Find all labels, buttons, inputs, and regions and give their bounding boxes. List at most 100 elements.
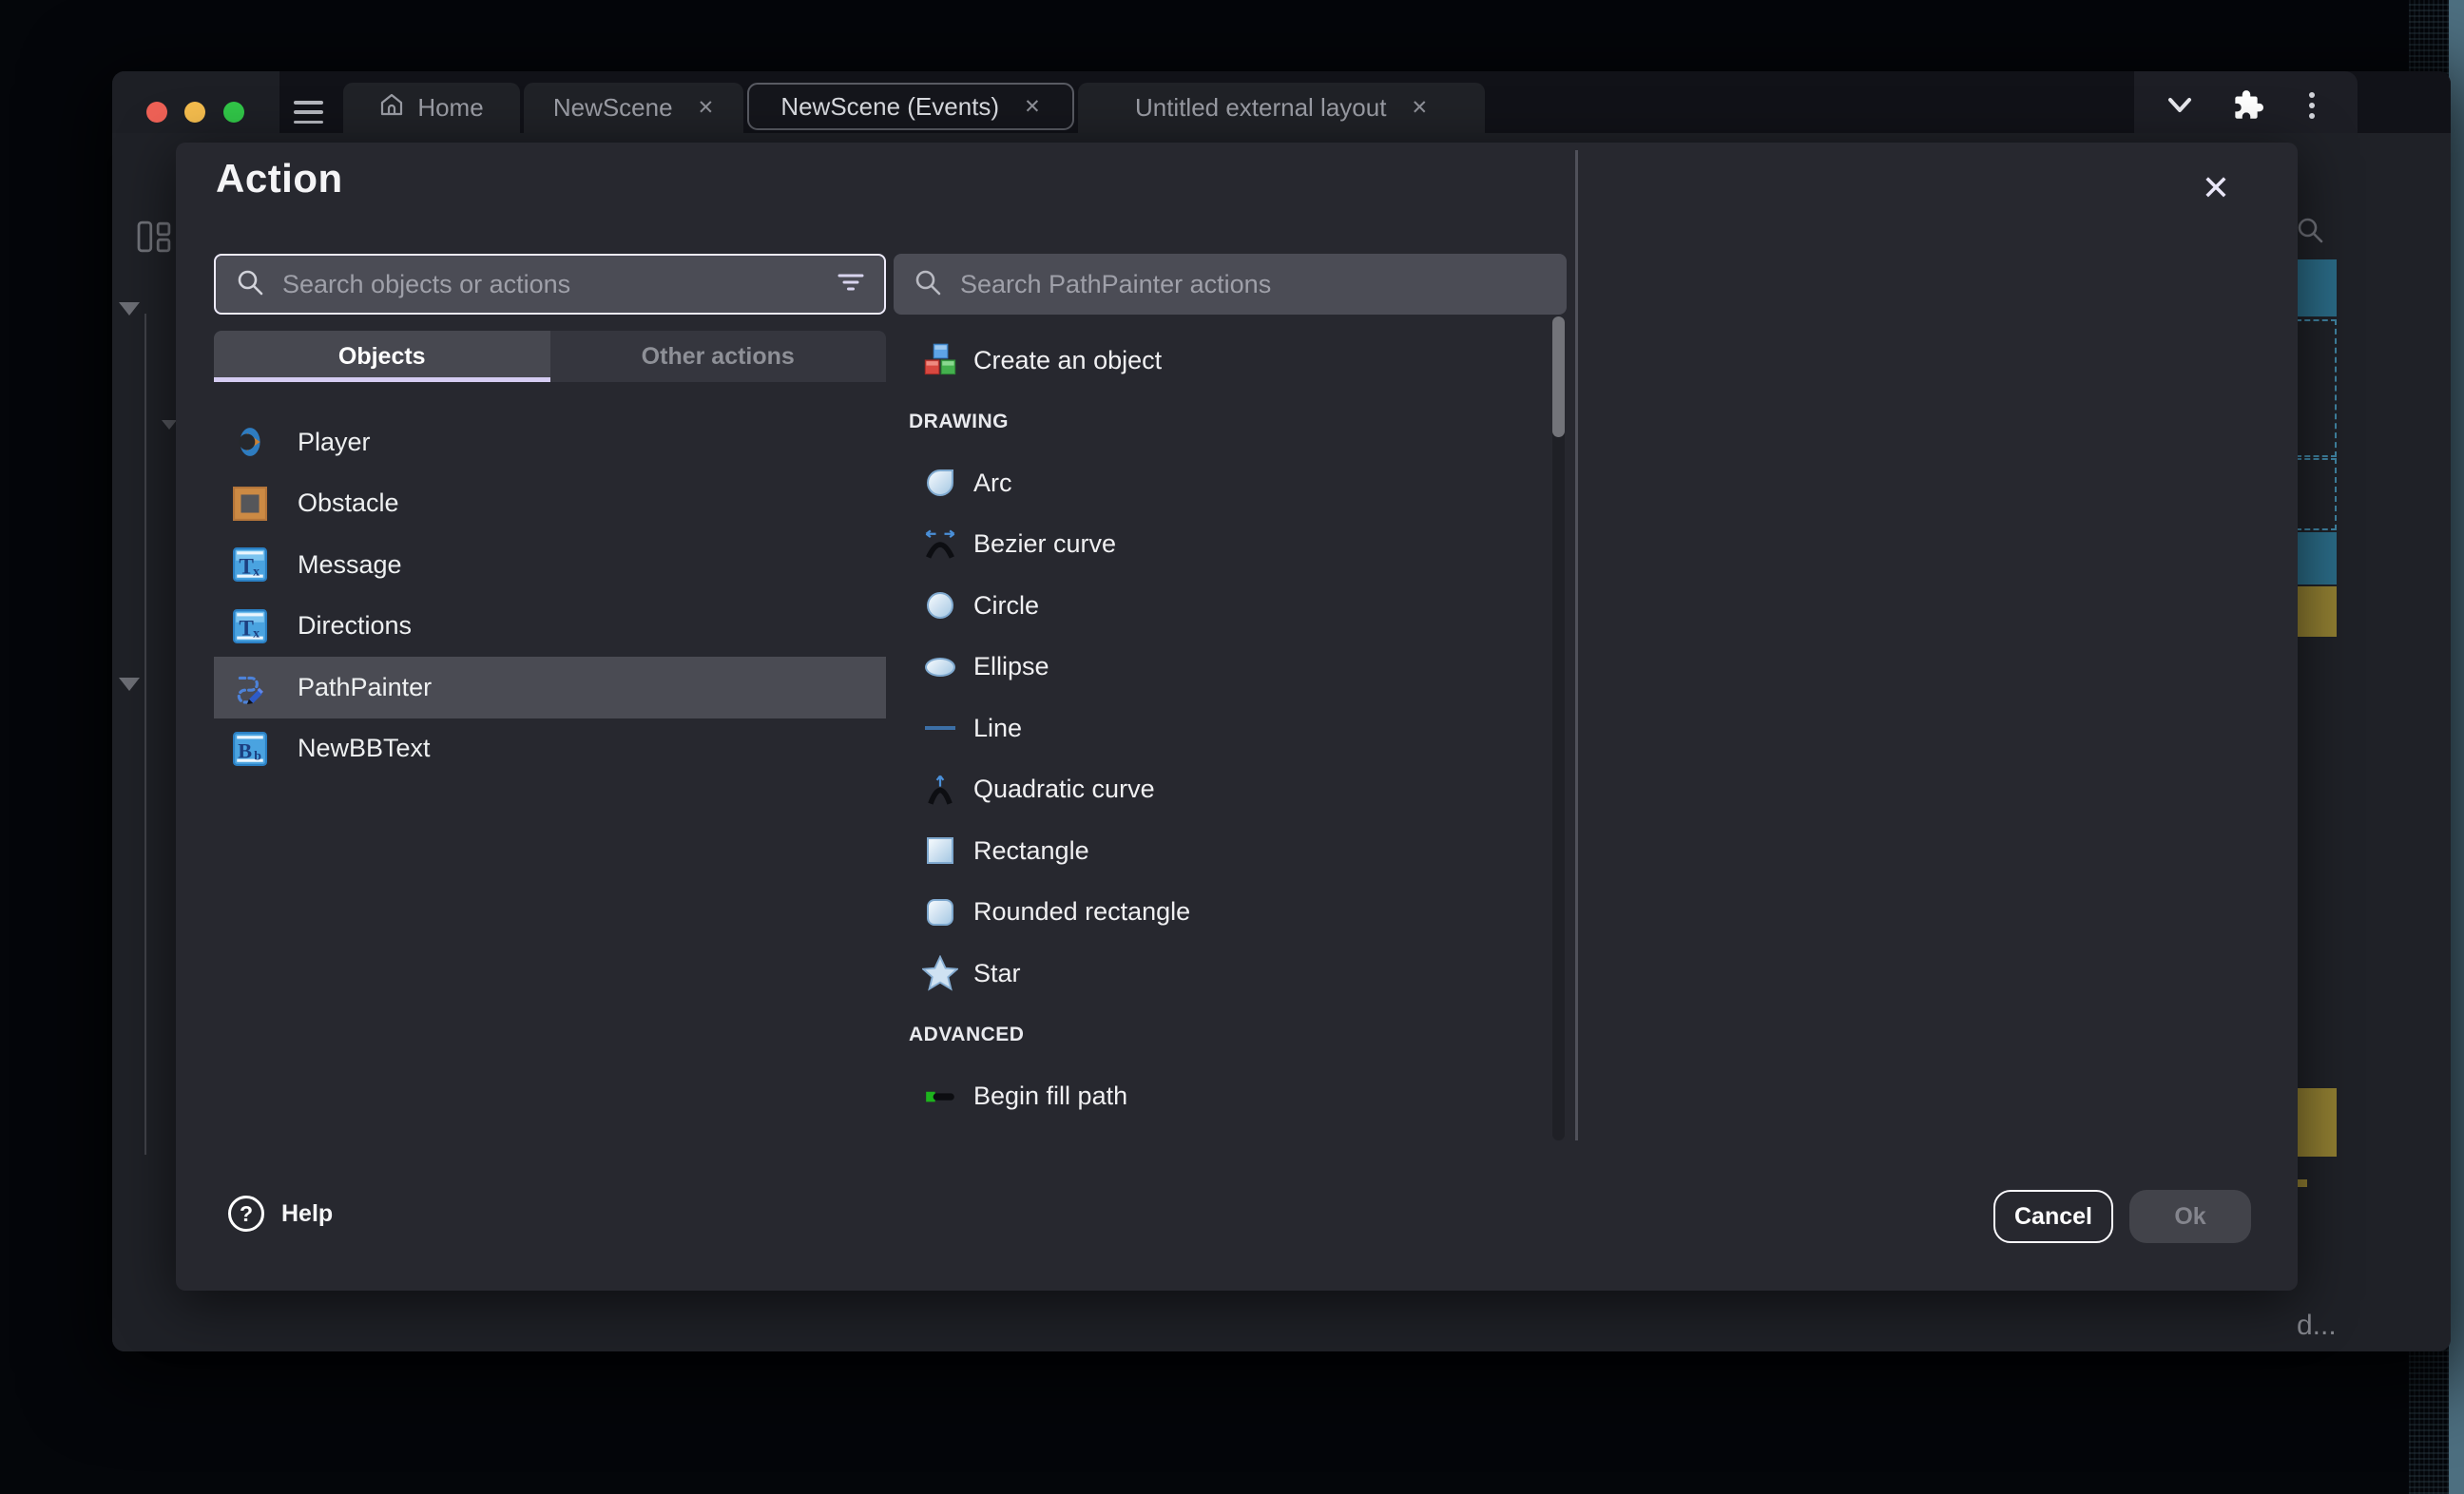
circle-icon [922, 587, 958, 623]
star-icon [922, 955, 958, 991]
pathpainter-icon [233, 670, 267, 704]
close-tab-icon[interactable]: ✕ [698, 98, 715, 118]
objects-search-input[interactable] [282, 270, 837, 299]
tab-label: Home [417, 93, 483, 123]
action-dialog: Action ✕ ObjectsOther actions Player Obs… [176, 143, 2298, 1291]
object-label: Directions [298, 611, 412, 641]
tree-expand-arrow-icon[interactable] [162, 420, 177, 430]
ok-button[interactable]: Ok [2129, 1190, 2251, 1243]
help-icon: ? [228, 1196, 264, 1232]
scene-object-block [2296, 259, 2337, 316]
action-label: Ellipse [973, 652, 1049, 681]
action-row[interactable]: Begin fill path [894, 1065, 1550, 1127]
close-window-button[interactable] [146, 102, 167, 123]
titlebar-menu [2134, 71, 2358, 140]
svg-text:T: T [239, 616, 254, 641]
tab-other-actions[interactable]: Other actions [550, 331, 887, 382]
window-tab[interactable]: NewScene (Events) ✕ [747, 83, 1074, 130]
object-row[interactable]: Tx Message [214, 534, 886, 596]
action-row[interactable]: Circle [894, 575, 1550, 637]
action-label: Create an object [973, 346, 1162, 375]
scene-object-thumbnails [2296, 133, 2339, 1351]
scrollbar-thumb[interactable] [1552, 316, 1565, 437]
object-label: Obstacle [298, 488, 399, 518]
arc-icon [922, 465, 958, 501]
tab-label: NewScene [553, 93, 673, 123]
svg-text:T: T [239, 555, 254, 580]
tree-expand-arrow-icon[interactable] [119, 678, 140, 691]
canvas-edge-strip [2449, 0, 2464, 1494]
action-row[interactable] [894, 1127, 1550, 1141]
line-icon [922, 710, 958, 746]
actions-search-input[interactable] [960, 270, 1548, 299]
titlebar: Home NewScene ✕ NewScene (Events) ✕ Unti… [112, 71, 2451, 133]
minimize-window-button[interactable] [184, 102, 205, 123]
dialog-title: Action [216, 156, 343, 201]
object-row[interactable]: PathPainter [214, 657, 886, 718]
object-row[interactable]: Obstacle [214, 473, 886, 535]
filter-icon[interactable] [837, 270, 865, 299]
action-list: Create an object DRAWING Arc Bezier curv… [894, 330, 1550, 1140]
player-icon [233, 425, 267, 459]
object-row[interactable]: Player [214, 412, 886, 473]
action-row[interactable]: Rounded rectangle [894, 882, 1550, 944]
extensions-icon[interactable] [2225, 85, 2267, 126]
close-tab-icon[interactable]: ✕ [1024, 97, 1041, 117]
search-icon [913, 267, 943, 302]
cancel-button[interactable]: Cancel [1993, 1190, 2113, 1243]
svg-text:B: B [238, 738, 252, 762]
action-list-scrollbar [1552, 316, 1565, 1140]
object-list: Player Obstacle Tx Message Tx Directions… [214, 412, 886, 779]
action-row[interactable]: Rectangle [894, 820, 1550, 882]
action-row[interactable]: Arc [894, 452, 1550, 514]
rectangle-icon [922, 833, 958, 869]
maximize-window-button[interactable] [223, 102, 244, 123]
action-label: Bezier curve [973, 529, 1116, 559]
main-menu-icon[interactable] [294, 101, 323, 124]
action-row[interactable]: Create an object [894, 330, 1550, 392]
action-section-header: ADVANCED [894, 1005, 1550, 1066]
truncated-label: d... [2297, 1310, 2337, 1342]
object-type-tabs: ObjectsOther actions [214, 331, 886, 382]
tab-objects[interactable]: Objects [214, 331, 550, 382]
object-row[interactable]: Bb NewBBText [214, 718, 886, 780]
tree-expand-arrow-icon[interactable] [119, 302, 140, 316]
close-tab-icon[interactable]: ✕ [1411, 98, 1428, 118]
action-row[interactable]: Ellipse [894, 637, 1550, 699]
scene-object-block [2296, 586, 2337, 637]
action-label: Quadratic curve [973, 775, 1155, 804]
svg-text:x: x [253, 625, 260, 640]
scene-selection-outline [2296, 458, 2337, 530]
window-tab[interactable]: NewScene ✕ [524, 83, 743, 133]
action-row[interactable]: Quadratic curve [894, 759, 1550, 821]
bbtext-icon: Bb [233, 732, 267, 766]
bezier-curve-icon [922, 527, 958, 563]
window-tab[interactable]: Home [343, 83, 520, 133]
window-tab[interactable]: Untitled external layout ✕ [1078, 83, 1485, 133]
scene-object-block [2296, 1088, 2337, 1157]
action-label: Circle [973, 591, 1039, 621]
object-label: PathPainter [298, 673, 432, 702]
action-section-header: DRAWING [894, 392, 1550, 453]
kebab-menu-icon[interactable] [2291, 85, 2333, 126]
rounded-rectangle-icon [922, 894, 958, 930]
action-row[interactable]: Star [894, 943, 1550, 1005]
obstacle-icon [233, 487, 267, 521]
panel-divider [1575, 150, 1578, 1140]
close-dialog-icon[interactable]: ✕ [2189, 162, 2243, 215]
help-button[interactable]: ? Help [228, 1196, 333, 1232]
action-label: Arc [973, 469, 1012, 498]
text-object-icon: Tx [233, 609, 267, 643]
action-row[interactable]: Line [894, 698, 1550, 759]
tab-label: Untitled external layout [1135, 93, 1386, 123]
events-tree-guide [144, 314, 146, 1155]
object-label: Message [298, 550, 402, 580]
create-object-icon [922, 342, 958, 378]
events-panel-icon [136, 220, 174, 258]
object-label: NewBBText [298, 734, 431, 763]
object-label: Player [298, 428, 371, 457]
chevron-down-icon[interactable] [2159, 85, 2201, 126]
scene-selection-outline [2296, 319, 2337, 457]
action-row[interactable]: Bezier curve [894, 514, 1550, 576]
object-row[interactable]: Tx Directions [214, 596, 886, 658]
